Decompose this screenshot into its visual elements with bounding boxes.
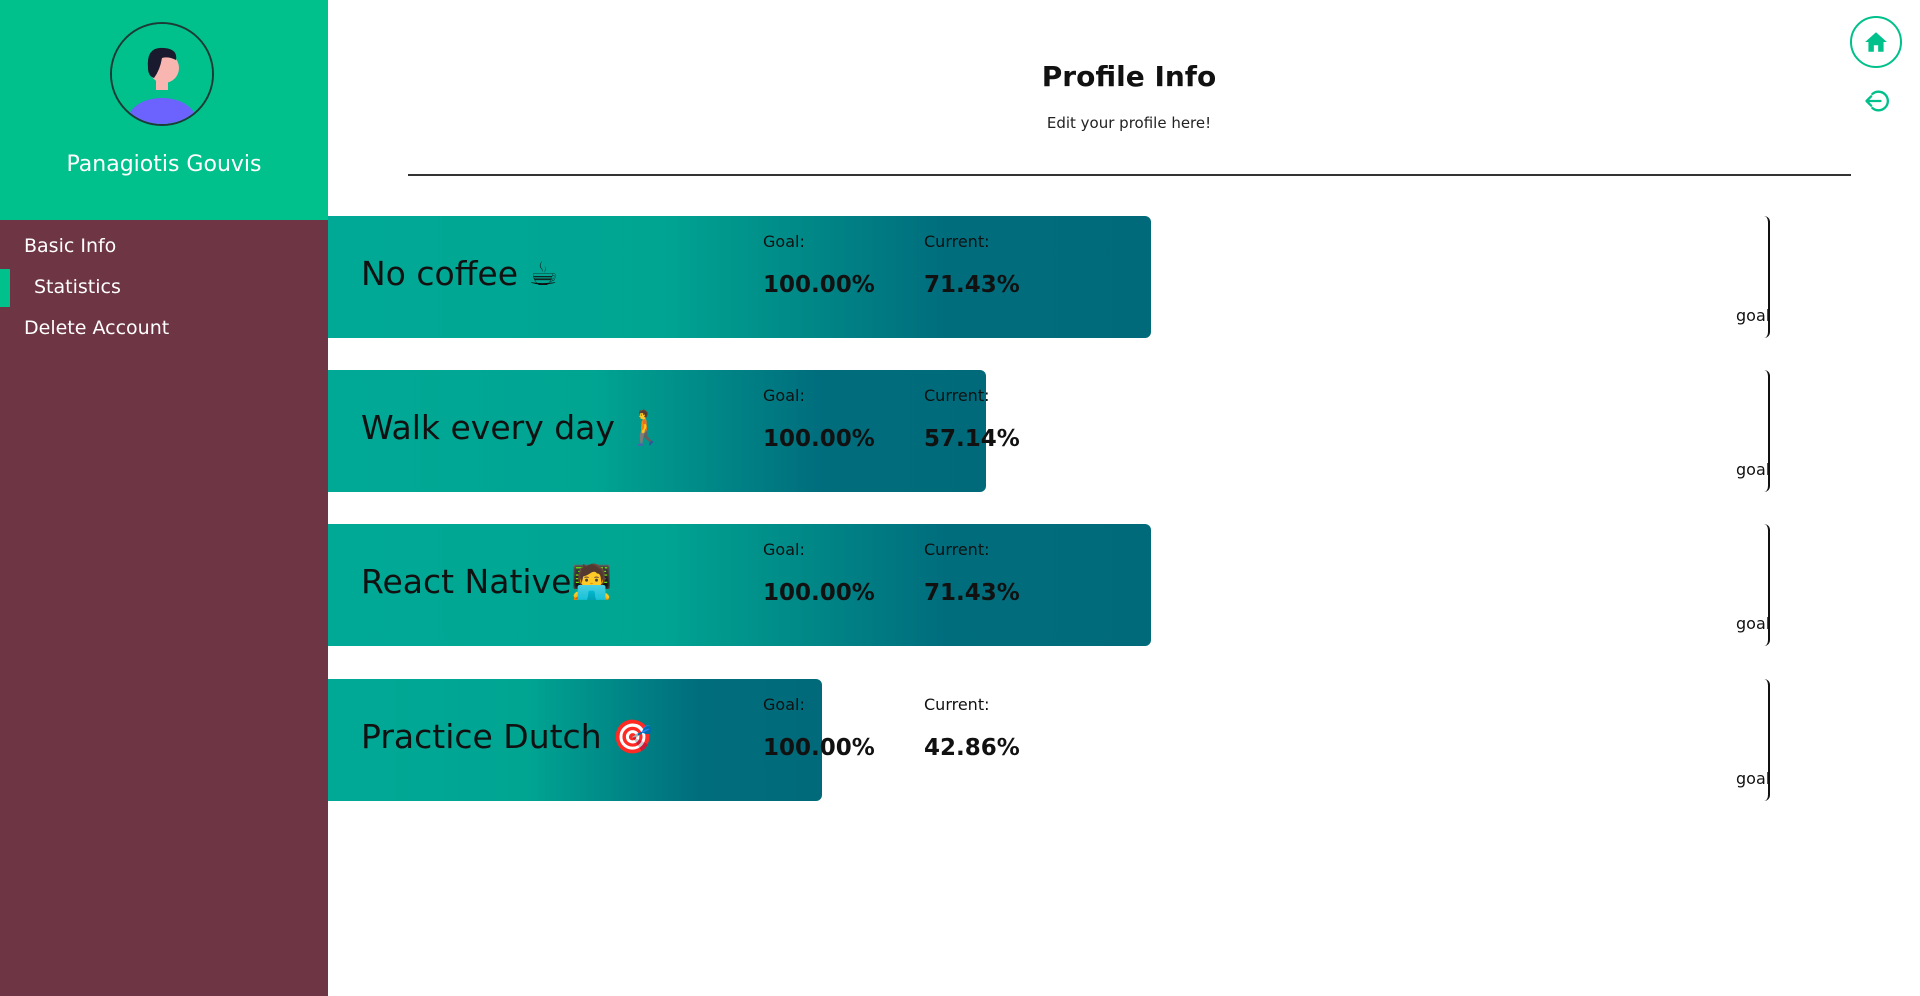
main-content: Profile Info Edit your profile here! No … <box>328 0 1920 996</box>
goal-value: 100.00% <box>763 426 875 452</box>
goal-marker-label: goal <box>1736 769 1771 788</box>
current-value: 71.43% <box>924 580 1020 606</box>
habit-name: Practice Dutch 🎯 <box>361 717 654 756</box>
habit-name: React Native🧑‍💻 <box>361 562 613 601</box>
page-title: Profile Info <box>1041 60 1217 93</box>
current-label: Current: <box>924 386 990 405</box>
sidebar-item-basic-info[interactable]: Basic Info <box>0 226 328 267</box>
current-label: Current: <box>924 695 990 714</box>
goal-marker-label: goal <box>1736 460 1771 479</box>
habit-name: Walk every day 🚶 <box>361 408 667 447</box>
habit-row: React Native🧑‍💻 Goal: 100.00% Current: 7… <box>328 524 1778 646</box>
goal-label: Goal: <box>763 695 805 714</box>
current-value: 42.86% <box>924 735 1020 761</box>
current-label: Current: <box>924 540 990 559</box>
goal-value: 100.00% <box>763 272 875 298</box>
logout-icon <box>1865 90 1889 112</box>
logout-button[interactable] <box>1862 86 1892 116</box>
sidebar-menu: Basic Info Statistics Delete Account <box>0 226 328 349</box>
habit-row: No coffee ☕ Goal: 100.00% Current: 71.43… <box>328 216 1778 338</box>
sidebar-item-statistics[interactable]: Statistics <box>0 267 328 308</box>
avatar <box>110 22 214 126</box>
current-label: Current: <box>924 232 990 251</box>
goal-label: Goal: <box>763 540 805 559</box>
sidebar: Panagiotis Gouvis Basic Info Statistics … <box>0 0 328 996</box>
goal-marker-label: goal <box>1736 614 1771 633</box>
goal-value: 100.00% <box>763 735 875 761</box>
home-icon <box>1865 32 1887 52</box>
page-subtitle: Edit your profile here! <box>1046 114 1212 132</box>
goal-label: Goal: <box>763 386 805 405</box>
sidebar-item-delete-account[interactable]: Delete Account <box>0 308 328 349</box>
current-value: 71.43% <box>924 272 1020 298</box>
user-name: Panagiotis Gouvis <box>66 152 262 177</box>
habit-row: Practice Dutch 🎯 Goal: 100.00% Current: … <box>328 679 1778 801</box>
goal-marker-label: goal <box>1736 306 1771 325</box>
goal-value: 100.00% <box>763 580 875 606</box>
divider <box>408 174 1851 176</box>
goal-label: Goal: <box>763 232 805 251</box>
profile-header: Panagiotis Gouvis <box>0 0 328 220</box>
habit-name: No coffee ☕ <box>361 254 559 293</box>
current-value: 57.14% <box>924 426 1020 452</box>
habit-row: Walk every day 🚶 Goal: 100.00% Current: … <box>328 370 1778 492</box>
home-button[interactable] <box>1850 16 1902 68</box>
